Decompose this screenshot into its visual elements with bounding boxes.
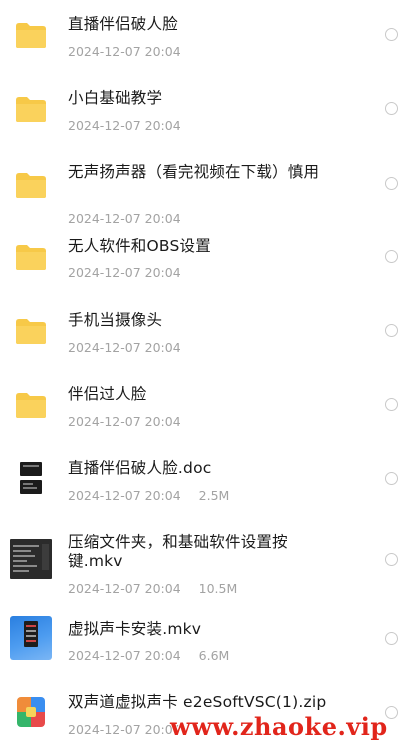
file-meta: 2024-12-07 20:04 [68,265,368,281]
file-date: 2024-12-07 20:04 [68,414,181,429]
video-thumbnail [10,616,52,660]
list-item[interactable]: 伴侣过人脸 2024-12-07 20:04 [0,380,419,454]
file-date: 2024-12-07 20:04 [68,118,181,133]
list-item[interactable]: 无声扬声器（看完视频在下载）慎用 2024-12-07 20:04 [0,148,419,232]
list-item[interactable]: 无人软件和OBS设置 2024-12-07 20:04 [0,232,419,306]
list-item[interactable]: 压缩文件夹，和基础软件设置按键.mkv 2024-12-07 20:04 10.5… [0,528,419,612]
select-radio[interactable] [385,28,398,41]
file-name: 手机当摄像头 [68,311,163,329]
list-item[interactable]: 虚拟声卡安装.mkv 2024-12-07 20:04 6.6M [0,612,419,686]
file-name: 小白基础教学 [68,89,163,107]
file-date: 2024-12-07 20:04 [68,488,181,503]
folder-icon [10,88,52,130]
select-radio[interactable] [385,250,398,263]
file-name: 直播伴侣破人脸.doc [68,459,212,477]
file-size: 10.5M [198,581,238,596]
select-radio[interactable] [385,324,398,337]
zip-archive-icon [10,691,52,733]
doc-thumbnail [10,458,52,500]
file-name: 虚拟声卡安装.mkv [68,620,202,638]
file-size: 6.6M [198,648,230,663]
folder-icon [10,236,52,278]
select-radio[interactable] [385,102,398,115]
folder-icon [10,384,52,426]
file-meta: 2024-12-07 20:04 6.6M [68,648,368,664]
file-name: 无人软件和OBS设置 [68,237,211,255]
file-date: 2024-12-07 20:04 [68,340,181,355]
list-item[interactable]: 手机当摄像头 2024-12-07 20:04 [0,306,419,380]
video-thumbnail [10,538,52,580]
folder-icon [10,310,52,352]
list-item[interactable]: 直播伴侣破人脸.doc 2024-12-07 20:04 2.5M [0,454,419,528]
file-name: 压缩文件夹，和基础软件设置按键.mkv [68,533,288,570]
file-name: 无声扬声器（看完视频在下载）慎用 [68,163,320,181]
file-name: 直播伴侣破人脸 [68,15,178,33]
list-item[interactable]: 直播伴侣破人脸 2024-12-07 20:04 [0,0,419,74]
file-meta: 2024-12-07 20:04 [68,340,368,356]
folder-icon [10,14,52,56]
file-meta: 2024-12-07 20:04 [68,211,368,227]
select-radio[interactable] [385,632,398,645]
file-size: 2.5M [198,488,230,503]
file-date: 2024-12-07 20:04 [68,265,181,280]
list-item[interactable]: 小白基础教学 2024-12-07 20:04 [0,74,419,148]
file-date: 2024-12-07 20:04 [68,722,181,737]
file-meta: 2024-12-07 20:04 [68,118,368,134]
watermark: www.zhaoke.vip [170,712,388,741]
file-date: 2024-12-07 20:04 [68,581,181,596]
file-date: 2024-12-07 20:04 [68,211,181,226]
file-meta: 2024-12-07 20:04 [68,414,368,430]
file-name: 伴侣过人脸 [68,385,147,403]
file-date: 2024-12-07 20:04 [68,44,181,59]
file-meta: 2024-12-07 20:04 [68,44,368,60]
file-meta: 2024-12-07 20:04 2.5M [68,488,368,504]
select-radio[interactable] [385,553,398,566]
file-list: 直播伴侣破人脸 2024-12-07 20:04 小白基础教学 2024-12-… [0,0,419,748]
file-meta: 2024-12-07 20:04 10.5M [68,581,368,597]
select-radio[interactable] [385,177,398,190]
select-radio[interactable] [385,472,398,485]
folder-icon [10,164,52,206]
select-radio[interactable] [385,398,398,411]
file-date: 2024-12-07 20:04 [68,648,181,663]
file-name: 双声道虚拟声卡 e2eSoftVSC(1).zip [68,693,327,711]
